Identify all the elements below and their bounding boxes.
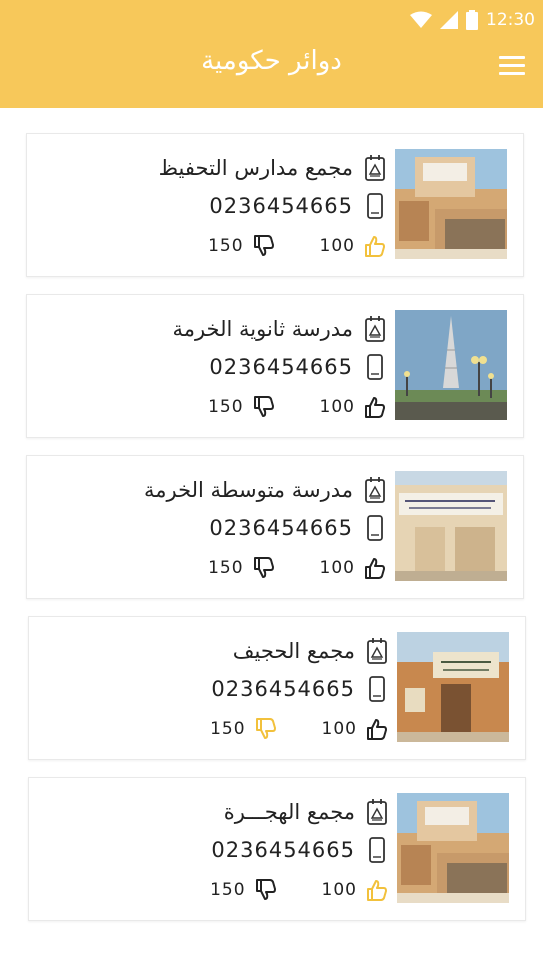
thumbs-up-icon (367, 719, 387, 740)
wifi-icon (410, 11, 432, 28)
menu-icon[interactable] (499, 56, 525, 78)
dislike-count: 150 (208, 558, 244, 578)
dislike-button[interactable]: 150 (208, 232, 275, 260)
status-time: 12:30 (486, 10, 535, 30)
signal-icon (440, 11, 458, 29)
phone-icon (367, 193, 383, 219)
phone-icon (367, 515, 383, 541)
app-bar: 12:30 دوائر حكومية (0, 0, 543, 108)
item-name: مدرسة ثانوية الخرمة (172, 317, 353, 341)
thumbs-up-icon (365, 236, 385, 257)
building-photo (397, 793, 509, 903)
dislike-button[interactable]: 150 (210, 876, 277, 904)
item-name: مجمع الهجـــرة (223, 800, 355, 824)
like-button[interactable]: 100 (320, 393, 387, 421)
page-title: دوائر حكومية (201, 46, 342, 76)
thumbs-down-icon (255, 718, 276, 739)
building-photo (395, 149, 507, 259)
item-name: مدرسة متوسطة الخرمة (143, 478, 353, 502)
like-button[interactable]: 100 (322, 876, 389, 904)
like-count: 100 (319, 558, 355, 578)
list-item[interactable]: مجمع مدارس التحفيظ 0236454665 100 150 (26, 133, 524, 277)
like-count: 100 (319, 397, 355, 417)
like-count: 100 (319, 236, 355, 256)
thumbs-down-icon (255, 879, 276, 900)
thumbs-down-icon (253, 557, 274, 578)
item-phone[interactable]: 0236454665 (209, 194, 353, 218)
like-count: 100 (321, 880, 357, 900)
item-name: مجمع الحجيف (232, 639, 355, 663)
thumbs-up-icon (367, 880, 387, 901)
dislike-count: 150 (208, 236, 244, 256)
item-phone[interactable]: 0236454665 (209, 516, 353, 540)
item-phone[interactable]: 0236454665 (211, 677, 355, 701)
thumbs-up-icon (365, 397, 385, 418)
building-photo (397, 632, 509, 742)
notebook-icon (365, 316, 385, 342)
like-count: 100 (321, 719, 357, 739)
building-photo (395, 471, 507, 581)
thumbs-down-icon (253, 396, 274, 417)
phone-icon (369, 837, 385, 863)
dislike-button[interactable]: 150 (208, 393, 275, 421)
item-phone[interactable]: 0236454665 (209, 355, 353, 379)
status-bar: 12:30 (410, 8, 535, 32)
dislike-count: 150 (210, 719, 246, 739)
list-item[interactable]: مدرسة متوسطة الخرمة 0236454665 100 150 (26, 455, 524, 599)
list-item[interactable]: مدرسة ثانوية الخرمة 0236454665 100 150 (26, 294, 524, 438)
notebook-icon (367, 799, 387, 825)
dislike-count: 150 (208, 397, 244, 417)
item-phone[interactable]: 0236454665 (211, 838, 355, 862)
list-item[interactable]: مجمع الهجـــرة 0236454665 100 150 (28, 777, 526, 921)
like-button[interactable]: 100 (320, 554, 387, 582)
notebook-icon (365, 477, 385, 503)
dislike-button[interactable]: 150 (210, 715, 277, 743)
thumbs-down-icon (253, 235, 274, 256)
thumbs-up-icon (365, 558, 385, 579)
dislike-button[interactable]: 150 (208, 554, 275, 582)
notebook-icon (365, 155, 385, 181)
dislike-count: 150 (210, 880, 246, 900)
tower-photo (395, 310, 507, 420)
item-name: مجمع مدارس التحفيظ (158, 156, 353, 180)
phone-icon (369, 676, 385, 702)
like-button[interactable]: 100 (322, 715, 389, 743)
phone-icon (367, 354, 383, 380)
notebook-icon (367, 638, 387, 664)
list-item[interactable]: مجمع الحجيف 0236454665 100 150 (28, 616, 526, 760)
like-button[interactable]: 100 (320, 232, 387, 260)
battery-icon (466, 10, 478, 30)
